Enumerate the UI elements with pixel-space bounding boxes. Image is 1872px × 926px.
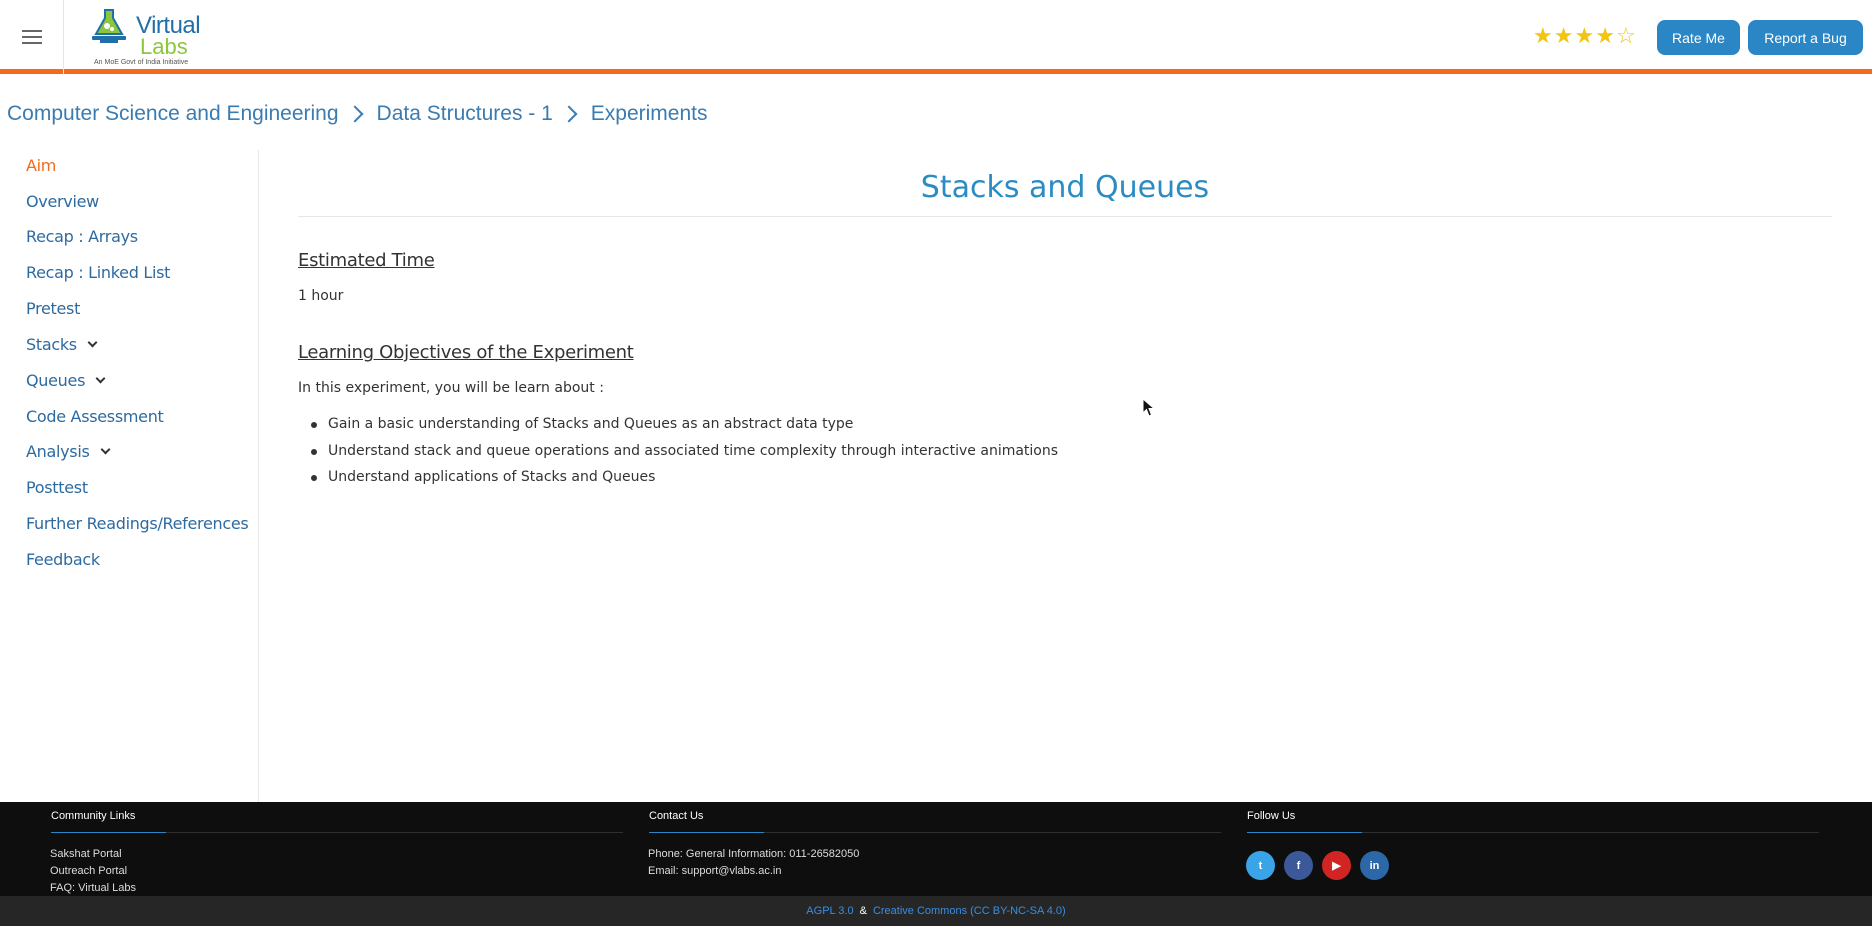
- license-separator: &: [859, 905, 867, 917]
- title-divider: [298, 216, 1832, 217]
- sidebar-item-label: Stacks: [26, 335, 77, 354]
- faq-link[interactable]: FAQ: Virtual Labs: [50, 882, 136, 894]
- page-title: Stacks and Queues: [920, 170, 1210, 205]
- estimated-time-heading: Estimated Time: [298, 250, 435, 271]
- footer-divider: [1247, 832, 1819, 833]
- objectives-list: Gain a basic understanding of Stacks and…: [298, 414, 1058, 494]
- chevron-down-icon[interactable]: [100, 444, 110, 455]
- sidebar-nav: Aim Overview Recap : Arrays Recap : Link…: [0, 150, 259, 802]
- contact-email[interactable]: Email: support@vlabs.ac.in: [648, 865, 781, 877]
- report-bug-button[interactable]: Report a Bug: [1748, 20, 1863, 55]
- list-item: Gain a basic understanding of Stacks and…: [298, 414, 1058, 441]
- virtual-labs-logo[interactable]: Virtual Labs An MoE Govt of India Initia…: [88, 4, 206, 68]
- linkedin-icon[interactable]: in: [1360, 851, 1389, 880]
- license-bar: AGPL 3.0 & Creative Commons (CC BY-NC-SA…: [0, 896, 1872, 926]
- breadcrumb-item-department[interactable]: Computer Science and Engineering: [7, 102, 339, 126]
- sidebar-item-recap-arrays[interactable]: Recap : Arrays: [26, 227, 138, 246]
- contact-phone: Phone: General Information: 011-26582050: [648, 848, 860, 860]
- star-filled-icon[interactable]: ★: [1595, 24, 1615, 48]
- list-item: Understand applications of Stacks and Qu…: [298, 467, 1058, 494]
- estimated-time-value: 1 hour: [298, 288, 344, 304]
- outreach-portal-link[interactable]: Outreach Portal: [50, 865, 127, 877]
- contact-us-heading: Contact Us: [649, 810, 704, 822]
- sidebar-item-recap-linked-list[interactable]: Recap : Linked List: [26, 263, 170, 282]
- sidebar-item-analysis[interactable]: Analysis: [26, 442, 110, 461]
- star-filled-icon[interactable]: ★: [1554, 24, 1574, 48]
- creative-commons-link[interactable]: Creative Commons (CC BY-NC-SA 4.0): [873, 905, 1066, 917]
- chevron-down-icon[interactable]: [87, 337, 98, 348]
- sidebar-item-queues[interactable]: Queues: [26, 371, 106, 390]
- sidebar-item-label: Recap : Arrays: [26, 227, 138, 246]
- youtube-icon[interactable]: ▶: [1322, 851, 1351, 880]
- sidebar-item-label: Queues: [26, 371, 86, 390]
- follow-us-heading: Follow Us: [1247, 810, 1296, 822]
- community-links-heading: Community Links: [51, 810, 136, 822]
- hamburger-menu-icon[interactable]: [0, 0, 64, 74]
- sidebar-item-posttest[interactable]: Posttest: [26, 478, 88, 497]
- sidebar-item-label: Overview: [26, 192, 99, 211]
- star-filled-icon[interactable]: ★: [1574, 24, 1594, 48]
- star-empty-icon[interactable]: ☆: [1616, 24, 1636, 48]
- sidebar-item-label: Analysis: [26, 442, 90, 461]
- list-item: Understand stack and queue operations an…: [298, 441, 1058, 468]
- site-footer: Community Links Sakshat Portal Outreach …: [0, 802, 1872, 896]
- sidebar-item-label: Further Readings/References: [26, 514, 249, 533]
- sidebar-item-stacks[interactable]: Stacks: [26, 335, 98, 354]
- sakshat-portal-link[interactable]: Sakshat Portal: [50, 848, 122, 860]
- agpl-license-link[interactable]: AGPL 3.0: [806, 905, 853, 917]
- objectives-heading: Learning Objectives of the Experiment: [298, 342, 634, 363]
- rate-me-button[interactable]: Rate Me: [1657, 20, 1740, 55]
- sidebar-item-feedback[interactable]: Feedback: [26, 550, 100, 569]
- sidebar-item-label: Aim: [26, 156, 57, 175]
- sidebar-item-label: Posttest: [26, 478, 88, 497]
- site-header: Virtual Labs An MoE Govt of India Initia…: [0, 0, 1872, 74]
- footer-divider: [649, 832, 1221, 833]
- chevron-right-icon: [560, 105, 578, 123]
- flask-logo-icon: [92, 9, 126, 43]
- star-filled-icon[interactable]: ★: [1533, 24, 1553, 48]
- footer-divider: [51, 832, 623, 833]
- sidebar-item-label: Recap : Linked List: [26, 263, 171, 282]
- breadcrumb-item-experiments[interactable]: Experiments: [591, 102, 708, 126]
- logo-word-labs: Labs: [140, 34, 188, 59]
- sidebar-item-label: Pretest: [26, 299, 81, 318]
- sidebar-item-overview[interactable]: Overview: [26, 192, 99, 211]
- logo-tagline: An MoE Govt of India Initiative: [94, 59, 189, 66]
- rating-stars[interactable]: ★ ★ ★ ★ ☆: [1533, 24, 1636, 48]
- sidebar-item-code-assessment[interactable]: Code Assessment: [26, 407, 164, 426]
- sidebar-item-label: Code Assessment: [26, 407, 164, 426]
- breadcrumb: Computer Science and Engineering Data St…: [7, 102, 708, 126]
- chevron-down-icon[interactable]: [95, 373, 106, 384]
- mouse-cursor-icon: [1142, 398, 1156, 417]
- breadcrumb-item-lab[interactable]: Data Structures - 1: [377, 102, 553, 126]
- sidebar-item-label: Feedback: [26, 550, 100, 569]
- sidebar-item-aim[interactable]: Aim: [26, 156, 56, 175]
- facebook-icon[interactable]: f: [1284, 851, 1313, 880]
- objectives-intro: In this experiment, you will be learn ab…: [298, 380, 604, 396]
- sidebar-item-further-readings[interactable]: Further Readings/References: [26, 514, 249, 533]
- twitter-icon[interactable]: t: [1246, 851, 1275, 880]
- sidebar-item-pretest[interactable]: Pretest: [26, 299, 80, 318]
- chevron-right-icon: [346, 105, 364, 123]
